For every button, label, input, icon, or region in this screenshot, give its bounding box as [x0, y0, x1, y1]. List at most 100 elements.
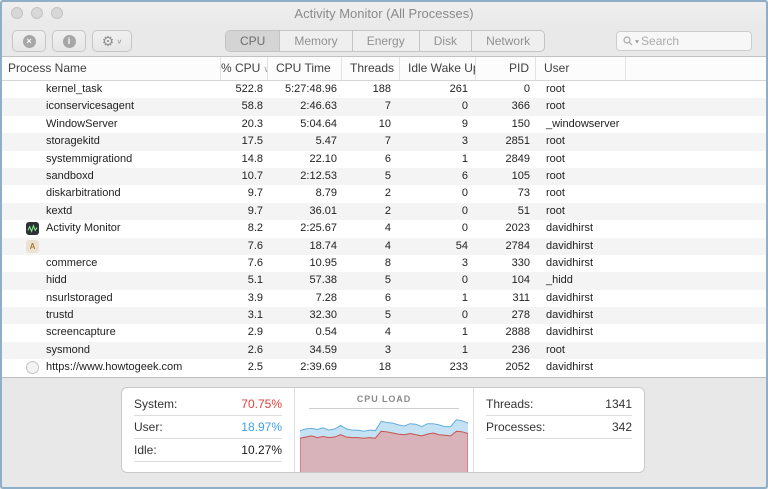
- tab-memory[interactable]: Memory: [280, 31, 352, 51]
- table-row[interactable]: systemmigrationd14.822.10612849root: [0, 151, 768, 168]
- table-row[interactable]: kextd9.736.012051root: [0, 203, 768, 220]
- table-row[interactable]: A7.618.744542784davidhirst: [0, 238, 768, 255]
- user-cell: davidhirst: [536, 238, 626, 255]
- tab-network[interactable]: Network: [472, 31, 544, 51]
- column-header-user[interactable]: User: [536, 57, 626, 80]
- process-name-cell: https://www.howtogeek.com: [0, 359, 221, 376]
- cpu-cell: 10.7: [221, 168, 268, 185]
- user-cell: root: [536, 203, 626, 220]
- table-row[interactable]: sysmond2.634.5931236root: [0, 342, 768, 359]
- table-row[interactable]: https://www.howtogeek.com2.52:39.6918233…: [0, 359, 768, 376]
- process-name: nsurlstoraged: [46, 290, 113, 307]
- column-header-cpu-time[interactable]: CPU Time: [268, 57, 342, 80]
- column-header-process-name[interactable]: Process Name: [0, 57, 221, 80]
- tab-energy[interactable]: Energy: [353, 31, 420, 51]
- cpu-time-cell: 36.01: [268, 203, 342, 220]
- table-row[interactable]: WindowServer20.35:04.64109150_windowserv…: [0, 116, 768, 133]
- inspect-process-button[interactable]: i: [52, 30, 86, 52]
- process-name: WindowServer: [46, 116, 118, 133]
- table-row[interactable]: sandboxd10.72:12.5356105root: [0, 168, 768, 185]
- table-row[interactable]: iconservicesagent58.82:46.6370366root: [0, 98, 768, 115]
- user-cell: davidhirst: [536, 220, 626, 237]
- stat-label: User:: [134, 420, 163, 434]
- column-header-idle-wake-ups[interactable]: Idle Wake Ups: [400, 57, 476, 80]
- stat-value: 342: [612, 420, 632, 434]
- table-header: Process Name% CPU∨CPU TimeThreadsIdle Wa…: [0, 57, 768, 81]
- process-name-cell: sandboxd: [0, 168, 221, 185]
- process-name-cell: iconservicesagent: [0, 98, 221, 115]
- table-row[interactable]: hidd5.157.3850104_hidd: [0, 272, 768, 289]
- threads-cell: 4: [342, 238, 400, 255]
- process-name: sysmond: [46, 342, 90, 359]
- user-cell: davidhirst: [536, 307, 626, 324]
- table-row[interactable]: screencapture2.90.54412888davidhirst: [0, 324, 768, 341]
- table-row[interactable]: storagekitd17.55.47732851root: [0, 133, 768, 150]
- cpu-cell: 14.8: [221, 151, 268, 168]
- activity-monitor-window: Activity Monitor (All Processes) × i ⚙ ∨…: [0, 0, 768, 489]
- table-row[interactable]: diskarbitrationd9.78.792073root: [0, 185, 768, 202]
- process-name-cell: WindowServer: [0, 116, 221, 133]
- cpu-cell: 3.9: [221, 290, 268, 307]
- user-cell: davidhirst: [536, 324, 626, 341]
- user-cell: davidhirst: [536, 290, 626, 307]
- column-header-threads[interactable]: Threads: [342, 57, 400, 80]
- table-row[interactable]: nsurlstoraged3.97.2861311davidhirst: [0, 290, 768, 307]
- process-name-cell: commerce: [0, 255, 221, 272]
- tab-disk[interactable]: Disk: [420, 31, 472, 51]
- process-name-cell: kernel_task: [0, 81, 221, 98]
- idle-wake-ups-cell: 0: [400, 203, 476, 220]
- idle-wake-ups-cell: 6: [400, 168, 476, 185]
- process-name-cell: A: [0, 238, 221, 255]
- cpu-load-title: CPU LOAD: [295, 394, 473, 404]
- idle-wake-ups-cell: 0: [400, 185, 476, 202]
- cpu-time-cell: 34.59: [268, 342, 342, 359]
- process-name-cell: hidd: [0, 272, 221, 289]
- process-name-cell: storagekitd: [0, 133, 221, 150]
- pid-cell: 311: [476, 290, 536, 307]
- table-header-filler: [626, 57, 768, 80]
- quit-process-button[interactable]: ×: [12, 30, 46, 52]
- web-content-icon: [26, 361, 39, 374]
- cpu-cell: 8.2: [221, 220, 268, 237]
- threads-cell: 7: [342, 98, 400, 115]
- threads-cell: 2: [342, 203, 400, 220]
- pid-cell: 2888: [476, 324, 536, 341]
- title-bar: Activity Monitor (All Processes): [0, 0, 768, 26]
- options-dropdown-button[interactable]: ⚙ ∨: [92, 30, 132, 52]
- toolbar: × i ⚙ ∨ CPUMemoryEnergyDiskNetwork ▾: [0, 26, 768, 57]
- idle-wake-ups-cell: 9: [400, 116, 476, 133]
- threads-cell: 7: [342, 133, 400, 150]
- process-name-cell: Activity Monitor: [0, 220, 221, 237]
- cpu-time-cell: 8.79: [268, 185, 342, 202]
- process-name: kextd: [46, 203, 72, 220]
- threads-cell: 8: [342, 255, 400, 272]
- threads-cell: 2: [342, 185, 400, 202]
- table-row[interactable]: Activity Monitor8.22:25.67402023davidhir…: [0, 220, 768, 237]
- cpu-time-cell: 2:39.69: [268, 359, 342, 376]
- table-row[interactable]: commerce7.610.9583330davidhirst: [0, 255, 768, 272]
- user-cell: davidhirst: [536, 359, 626, 376]
- threads-cell: 18: [342, 359, 400, 376]
- stat-idle: Idle:10.27%: [134, 439, 282, 462]
- cpu-cell: 9.7: [221, 185, 268, 202]
- idle-wake-ups-cell: 0: [400, 98, 476, 115]
- pid-cell: 0: [476, 81, 536, 98]
- column-header--cpu[interactable]: % CPU∨: [221, 57, 268, 80]
- user-cell: root: [536, 168, 626, 185]
- tab-cpu[interactable]: CPU: [226, 31, 280, 51]
- cpu-time-cell: 2:46.63: [268, 98, 342, 115]
- user-cell: _hidd: [536, 272, 626, 289]
- search-field[interactable]: ▾: [616, 31, 752, 51]
- idle-wake-ups-cell: 261: [400, 81, 476, 98]
- table-row[interactable]: kernel_task522.85:27:48.961882610root: [0, 81, 768, 98]
- search-input[interactable]: [641, 34, 745, 48]
- pid-cell: 105: [476, 168, 536, 185]
- stat-processes: Processes:342: [486, 416, 632, 439]
- table-row[interactable]: trustd3.132.3050278davidhirst: [0, 307, 768, 324]
- stat-label: Idle:: [134, 443, 157, 457]
- cpu-time-cell: 7.28: [268, 290, 342, 307]
- cpu-time-cell: 2:12.53: [268, 168, 342, 185]
- column-header-pid[interactable]: PID: [476, 57, 536, 80]
- threads-cell: 5: [342, 168, 400, 185]
- process-name-cell: sysmond: [0, 342, 221, 359]
